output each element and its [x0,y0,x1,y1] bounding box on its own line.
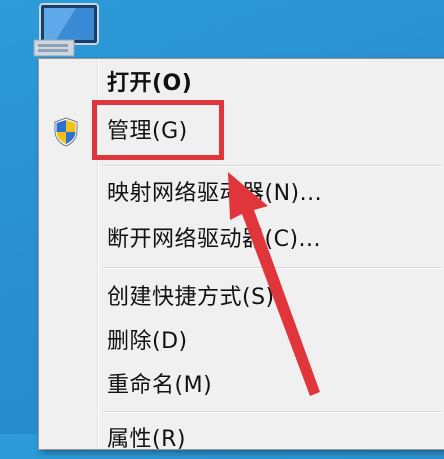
menu-item-label: 删除(D) [107,329,188,354]
menu-item-label: 映射网络驱动器(N)... [107,181,323,206]
menu-separator [103,411,441,413]
menu-item-create-shortcut[interactable]: 创建快捷方式(S) [39,273,444,317]
menu-item-label: 创建快捷方式(S) [107,285,275,310]
menu-item-disconnect-drive[interactable]: 断开网络驱动器(C)... [39,215,444,259]
menu-separator [103,267,441,269]
menu-item-label: 重命名(M) [107,373,213,398]
uac-shield-icon [53,117,79,147]
menu-item-label: 断开网络驱动器(C)... [107,227,322,252]
menu-separator [103,165,441,167]
computer-icon[interactable] [16,0,106,60]
menu-item-label: 打开(O) [107,71,193,96]
menu-item-rename[interactable]: 重命名(M) [39,361,444,405]
menu-item-label: 属性(R) [107,427,186,452]
highlight-box [92,100,224,160]
menu-item-delete[interactable]: 删除(D) [39,317,444,361]
menu-item-map-drive[interactable]: 映射网络驱动器(N)... [39,169,444,213]
menu-item-properties[interactable]: 属性(R) [39,415,444,459]
menu-item-open[interactable]: 打开(O) [39,59,444,103]
